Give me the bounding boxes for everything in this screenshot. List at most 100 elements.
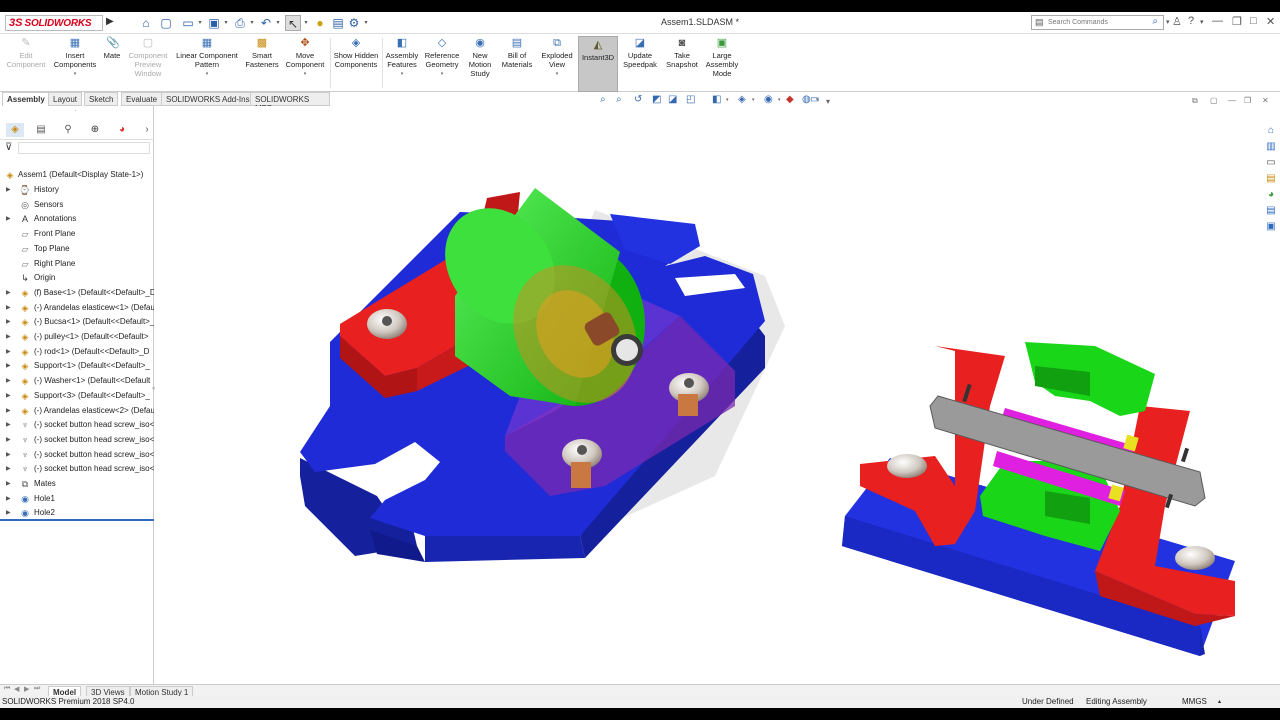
display-style-icon[interactable]: ◈	[738, 94, 746, 105]
tree-item[interactable]: ▶ ♆ (-) socket button head screw_iso<	[0, 418, 154, 432]
solidworks-forum-icon[interactable]: ▣	[1264, 220, 1278, 234]
hide-show-dropdown-icon[interactable]: ▾	[778, 97, 781, 103]
expand-arrow-icon[interactable]: ▶	[6, 286, 11, 300]
file-explorer-icon[interactable]: ▭	[1264, 156, 1278, 170]
tree-item[interactable]: ▶ ♆ (-) socket button head screw_iso<	[0, 433, 154, 447]
solidworks-resources-icon[interactable]: ⌂	[1264, 124, 1278, 138]
tab-assembly[interactable]: Assembly	[2, 92, 50, 106]
mate-button[interactable]: 📎 Mate	[100, 37, 124, 91]
tree-item[interactable]: ▶ ◈ Support<3> (Default<<Default>_	[0, 389, 154, 403]
hide-show-items-icon[interactable]: ◉	[764, 94, 773, 105]
insert-components-button[interactable]: ▦ Insert Components ▾	[52, 37, 98, 91]
linear-pattern-button[interactable]: ▦ Linear Component Pattern ▾	[172, 37, 242, 91]
help-icon[interactable]: ?	[1188, 15, 1194, 27]
display-manager-tab-icon[interactable]: ◕	[113, 123, 131, 137]
large-assembly-button[interactable]: ▣ Large Assembly Mode	[702, 37, 742, 91]
tab-last-icon[interactable]: ⏭	[34, 685, 40, 693]
tree-item[interactable]: ▶ ♆ (-) socket button head screw_iso<	[0, 448, 154, 462]
tree-item[interactable]: ▶ ◈ (f) Base<1> (Default<<Default>_D	[0, 286, 154, 300]
search-icon[interactable]: ⌕	[1152, 16, 1158, 27]
reference-geometry-button[interactable]: ◇ Reference Geometry ▾	[422, 37, 462, 91]
dropdown-arrow-icon[interactable]: ▾	[172, 70, 242, 79]
tree-filter-input[interactable]	[18, 142, 150, 154]
tree-item[interactable]: ▱ Right Plane	[0, 257, 154, 271]
expand-arrow-icon[interactable]: ▶	[6, 374, 11, 388]
expand-arrow-icon[interactable]: ▶	[6, 404, 11, 418]
close-icon[interactable]: ✕	[1266, 15, 1275, 28]
dynamic-annotation-icon[interactable]: ◪	[668, 94, 677, 105]
tree-item[interactable]: ◎ Sensors	[0, 198, 154, 212]
expand-arrow-icon[interactable]: ▶	[6, 389, 11, 403]
tree-item[interactable]: ▶ ◈ (-) pulley<1> (Default<<Default>	[0, 330, 154, 344]
tree-root-assembly[interactable]: ◈ Assem1 (Default<Display State-1>)	[0, 168, 154, 182]
section-view-icon[interactable]: ◩	[652, 94, 661, 105]
tree-item[interactable]: ▱ Front Plane	[0, 227, 154, 241]
tab-mbd[interactable]: SOLIDWORKS MBD	[250, 92, 330, 113]
show-hidden-button[interactable]: ◈ Show Hidden Components	[332, 37, 380, 91]
expand-arrow-icon[interactable]: ▶	[6, 212, 11, 226]
configuration-manager-tab-icon[interactable]: ⚲	[59, 123, 77, 137]
dropdown-arrow-icon[interactable]: ▾	[52, 70, 98, 79]
appearances-icon[interactable]: ◕	[1264, 188, 1278, 202]
bill-of-materials-button[interactable]: ▤ Bill of Materials	[498, 37, 536, 91]
maximize-icon[interactable]: □	[1250, 15, 1257, 27]
previous-view-icon[interactable]: ↺	[634, 94, 642, 105]
smart-fasteners-button[interactable]: ▩ Smart Fasteners	[244, 37, 280, 91]
right-assembly-section[interactable]	[842, 342, 1235, 656]
display-style-dropdown-icon[interactable]: ▾	[752, 97, 755, 103]
search-dropdown-icon[interactable]: ▾	[1166, 18, 1170, 26]
tree-item[interactable]: ↳ Origin	[0, 271, 154, 285]
tree-item[interactable]: ▶ ◈ (-) Bucsa<1> (Default<<Default>_	[0, 315, 154, 329]
expand-arrow-icon[interactable]: ▶	[6, 462, 11, 476]
expand-arrow-icon[interactable]: ▶	[6, 330, 11, 344]
viewport-minimize-icon[interactable]: —	[1228, 96, 1236, 105]
search-scope-icon[interactable]: ▤	[1035, 17, 1044, 28]
minimize-icon[interactable]: —	[1212, 15, 1223, 27]
tree-item[interactable]: ▶ ◈ (-) Arandelas elasticew<1> (Defau	[0, 301, 154, 315]
view-palette-icon[interactable]: ▤	[1264, 172, 1278, 186]
search-input[interactable]: ▤ Search Commands ⌕	[1031, 15, 1164, 30]
tab-addins[interactable]: SOLIDWORKS Add-Ins	[161, 92, 255, 106]
zoom-to-fit-icon[interactable]: ⌕	[600, 94, 606, 105]
instant3d-button[interactable]: ◭ Instant3D	[578, 36, 618, 92]
expand-arrow-icon[interactable]: ▶	[6, 301, 11, 315]
user-icon[interactable]: ♙	[1172, 15, 1182, 28]
expand-arrow-icon[interactable]: ▶	[6, 492, 11, 506]
custom-properties-icon[interactable]: ▤	[1264, 204, 1278, 218]
expand-arrow-icon[interactable]: ▶	[6, 315, 11, 329]
update-speedpak-button[interactable]: ◪ Update Speedpak	[622, 37, 658, 91]
view-settings-icon[interactable]: ▭	[810, 94, 819, 105]
tree-item[interactable]: ▶ A Annotations	[0, 212, 154, 226]
design-library-icon[interactable]: ▥	[1264, 140, 1278, 154]
restore-icon[interactable]: ❐	[1232, 15, 1242, 28]
dropdown-arrow-icon[interactable]: ▾	[422, 70, 462, 79]
graphics-area[interactable]	[155, 106, 1260, 684]
tree-item[interactable]: ▶ ◈ (-) Washer<1> (Default<<Default	[0, 374, 154, 388]
take-snapshot-button[interactable]: ◙ Take Snapshot	[662, 37, 702, 91]
expand-arrow-icon[interactable]: ▶	[6, 477, 11, 491]
view-orientation-icon[interactable]: ◰	[686, 94, 695, 105]
tab-first-icon[interactable]: ⏮	[4, 685, 10, 693]
expand-arrow-icon[interactable]: ▶	[6, 448, 11, 462]
tree-item[interactable]: ▶ ⧉ Mates	[0, 477, 154, 491]
edit-appearance-icon[interactable]: ◆	[786, 94, 794, 105]
rollback-bar[interactable]	[0, 519, 154, 521]
assembly-3d-view[interactable]	[155, 106, 1260, 684]
tab-next-icon[interactable]: ▶	[24, 685, 29, 693]
help-dropdown-icon[interactable]: ▾	[1200, 18, 1204, 26]
tab-layout[interactable]: Layout	[48, 92, 83, 106]
feature-manager-tab-icon[interactable]: ◈	[6, 123, 24, 137]
exploded-view-button[interactable]: ⧉ Exploded View ▾	[538, 37, 576, 91]
view-orientation-cube-icon[interactable]: ◧	[712, 94, 721, 105]
tab-sketch[interactable]: Sketch	[84, 92, 119, 106]
tree-item[interactable]: ▶ ⌚ History	[0, 183, 154, 197]
filter-icon[interactable]: ⊽	[5, 142, 12, 153]
expand-arrow-icon[interactable]: ▶	[6, 345, 11, 359]
component-preview-button[interactable]: ▢ Component Preview Window	[126, 37, 170, 91]
view-orientation-dropdown-icon[interactable]: ▾	[726, 97, 729, 103]
tree-item[interactable]: ▶ ◈ Support<1> (Default<<Default>_	[0, 359, 154, 373]
viewport-close-icon[interactable]: ✕	[1262, 96, 1269, 105]
unit-system[interactable]: MMGS	[1182, 696, 1207, 708]
assembly-features-button[interactable]: ◧ Assembly Features ▾	[384, 37, 420, 91]
new-motion-study-button[interactable]: ◉ New Motion Study	[464, 37, 496, 91]
